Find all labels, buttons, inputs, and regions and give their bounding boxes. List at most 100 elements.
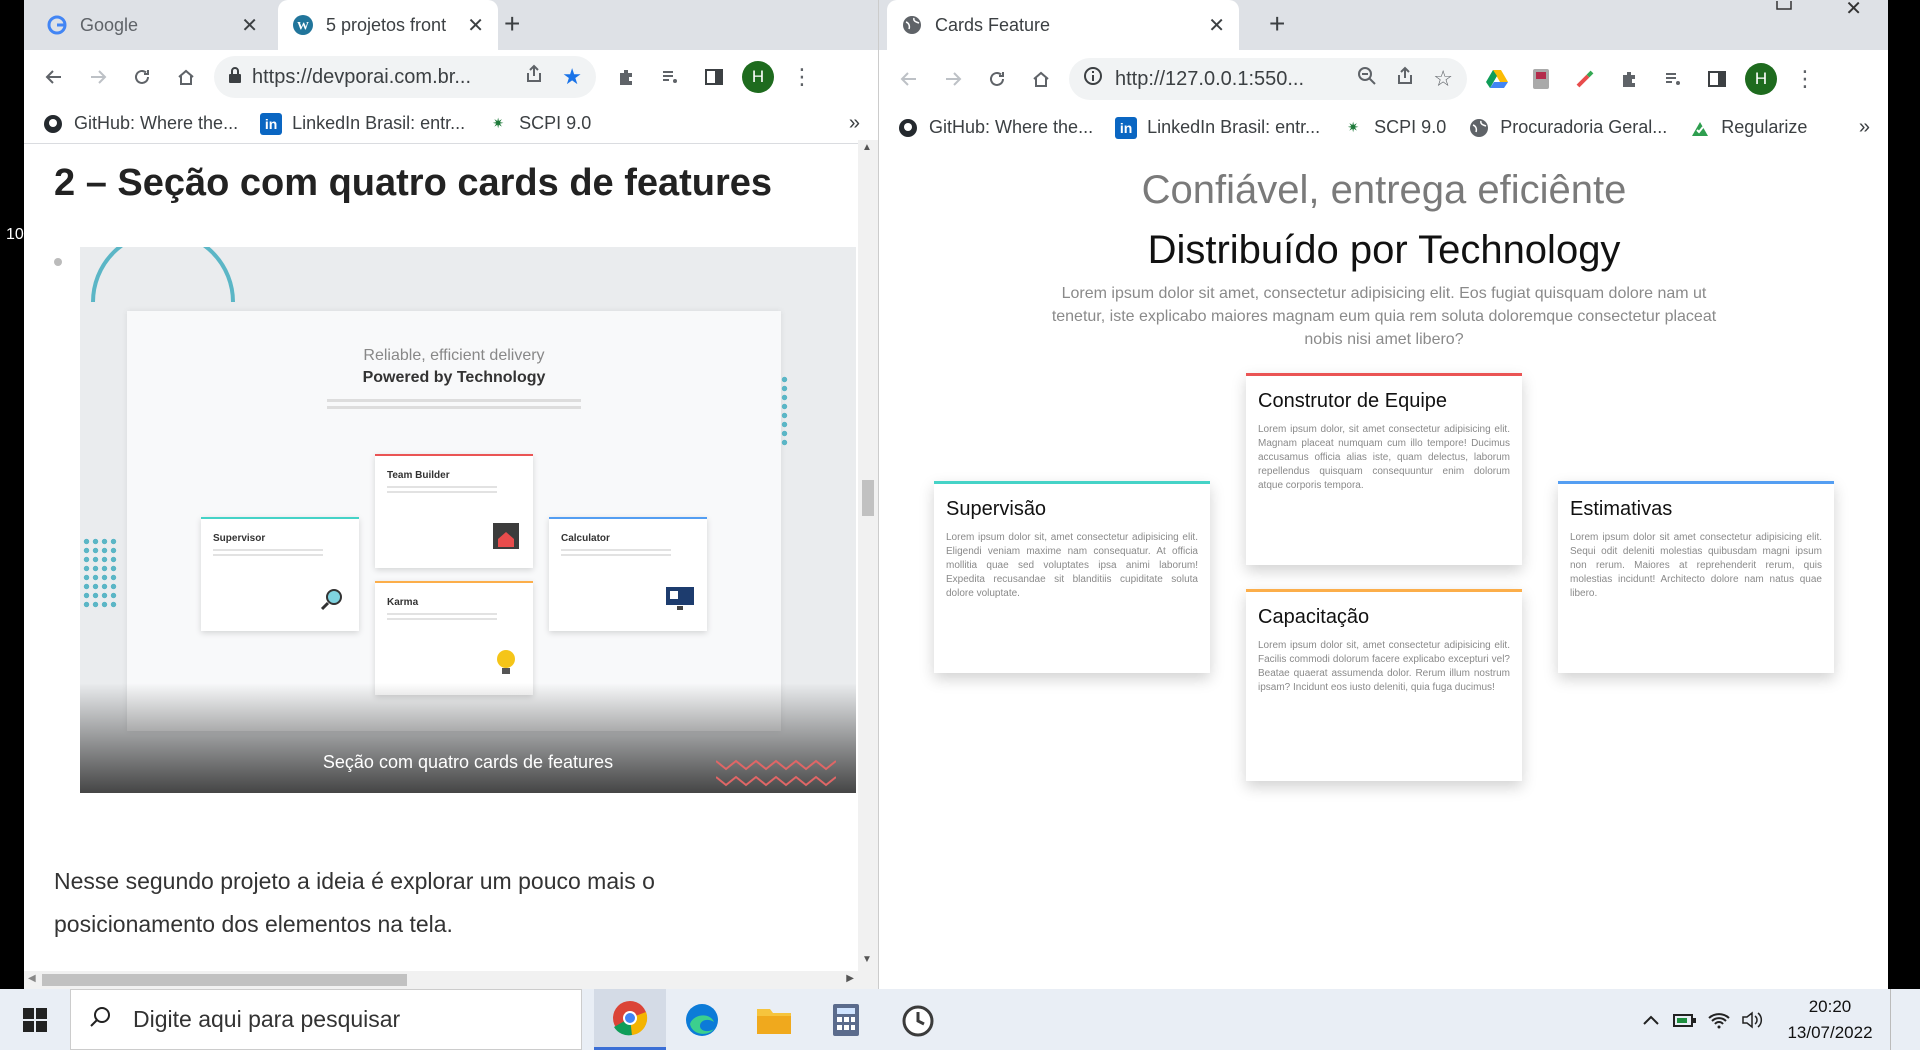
bookmark-linkedin[interactable]: in LinkedIn Brasil: entr...	[260, 112, 465, 135]
bookmarks-overflow-button[interactable]: »	[849, 112, 860, 135]
bookmark-label: Regularize	[1721, 117, 1808, 137]
battery-icon[interactable]	[1668, 1012, 1702, 1028]
clock[interactable]: 20:20 13/07/2022	[1770, 994, 1890, 1046]
reload-icon[interactable]	[120, 55, 164, 99]
profile-avatar[interactable]: H	[736, 55, 780, 99]
edge-icon[interactable]	[666, 989, 738, 1050]
feature-card-estimativas: Estimativas Lorem ipsum dolor sit amet c…	[1558, 481, 1834, 673]
bookmarks-overflow-button[interactable]: »	[1859, 116, 1870, 139]
close-icon[interactable]: ✕	[1208, 13, 1225, 38]
avatar: H	[1745, 63, 1777, 95]
horizontal-scrollbar[interactable]: ◀ ▶	[24, 971, 858, 989]
back-arrow-icon[interactable]	[32, 55, 76, 99]
scroll-left-icon[interactable]: ◀	[28, 973, 36, 984]
address-bar[interactable]: http://127.0.0.1:550... ☆	[1069, 58, 1467, 100]
arc-decoration	[91, 247, 235, 303]
desktop-edge-text: 10	[6, 226, 24, 243]
file-explorer-icon[interactable]	[738, 989, 810, 1050]
close-window-icon[interactable]: ✕	[1845, 0, 1862, 21]
media-icon[interactable]	[1651, 57, 1695, 101]
show-desktop-button[interactable]	[1890, 989, 1920, 1050]
scroll-down-icon[interactable]: ▼	[862, 954, 872, 965]
reload-icon[interactable]	[975, 57, 1019, 101]
mini-card-calculator: Calculator	[549, 517, 707, 631]
home-icon[interactable]	[1019, 57, 1063, 101]
address-bar[interactable]: https://devporai.com.br... ★	[214, 56, 596, 98]
extensions-icon[interactable]	[604, 55, 648, 99]
scroll-right-icon[interactable]: ▶	[846, 973, 854, 984]
media-icon[interactable]	[648, 55, 692, 99]
vertical-scroll-thumb[interactable]	[862, 480, 874, 516]
feature-card-construtor: Construtor de Equipe Lorem ipsum dolor, …	[1246, 373, 1522, 565]
magnifier-icon	[319, 586, 345, 617]
google-icon	[46, 14, 68, 36]
monitor-icon	[665, 586, 695, 617]
tab-devporai[interactable]: W 5 projetos front ✕	[278, 0, 498, 50]
bookmark-github[interactable]: GitHub: Where the...	[897, 117, 1093, 139]
profile-avatar[interactable]: H	[1739, 57, 1783, 101]
clock-app-icon[interactable]	[882, 989, 954, 1050]
card-title: Estimativas	[1570, 498, 1673, 520]
calculator-icon[interactable]	[810, 989, 882, 1050]
extension-red-icon[interactable]	[1519, 57, 1563, 101]
side-panel-icon[interactable]	[692, 55, 736, 99]
taskbar: Digite aqui para pesquisar 20:20 13/07/2…	[0, 989, 1920, 1050]
mini-card-supervisor: Supervisor	[201, 517, 359, 631]
page-description: Lorem ipsum dolor sit amet, consectetur …	[1051, 285, 1717, 348]
close-icon[interactable]: ✕	[241, 13, 258, 38]
volume-icon[interactable]	[1736, 1010, 1770, 1029]
color-picker-icon[interactable]	[1563, 57, 1607, 101]
windows-start-icon[interactable]	[0, 989, 70, 1050]
forward-arrow-icon[interactable]	[76, 55, 120, 99]
bookmark-scpi[interactable]: ✷ SCPI 9.0	[487, 113, 591, 135]
bookmark-linkedin[interactable]: in LinkedIn Brasil: entr...	[1115, 116, 1320, 139]
share-icon[interactable]	[1395, 66, 1415, 92]
scroll-up-icon[interactable]: ▲	[862, 142, 872, 153]
bookmark-procuradoria[interactable]: Procuradoria Geral...	[1468, 117, 1667, 139]
vertical-scrollbar[interactable]: ▲ ▼	[858, 140, 878, 989]
new-tab-button[interactable]: +	[1269, 8, 1285, 40]
svg-text:W: W	[297, 19, 309, 33]
menu-dots-icon[interactable]: ⋮	[780, 55, 824, 99]
mini-card-karma: Karma	[375, 581, 533, 695]
globe-icon	[1468, 117, 1490, 139]
mini-card-lines	[561, 549, 671, 559]
card-text: Lorem ipsum dolor sit, amet consectetur …	[1258, 640, 1510, 693]
forward-arrow-icon[interactable]	[931, 57, 975, 101]
back-arrow-icon[interactable]	[887, 57, 931, 101]
star-icon[interactable]: ★	[562, 64, 582, 90]
bookmark-github[interactable]: GitHub: Where the...	[42, 113, 238, 135]
menu-dots-icon[interactable]: ⋮	[1783, 57, 1827, 101]
chevron-up-icon[interactable]	[1634, 1015, 1668, 1025]
right-browser-window: Cards Feature ✕ + ✕ http://127.0.0.1:550…	[878, 0, 1888, 989]
clock-date: 13/07/2022	[1787, 1022, 1873, 1042]
zoom-icon[interactable]	[1357, 66, 1377, 92]
mini-title: Powered by Technology	[362, 369, 546, 386]
bookmark-label: Procuradoria Geral...	[1500, 117, 1668, 137]
share-icon[interactable]	[524, 64, 544, 90]
horizontal-scroll-thumb[interactable]	[42, 974, 407, 986]
tab-cards-feature[interactable]: Cards Feature ✕	[887, 0, 1239, 50]
article-title: 2 – Seção com quatro cards de features	[54, 162, 773, 204]
house-icon	[491, 521, 521, 556]
wifi-icon[interactable]	[1702, 1011, 1736, 1029]
new-tab-button[interactable]: +	[504, 8, 520, 40]
maximize-icon[interactable]	[1776, 0, 1792, 18]
clock-time: 20:20	[1808, 996, 1852, 1016]
star-icon[interactable]: ☆	[1433, 66, 1453, 92]
drive-icon[interactable]	[1475, 57, 1519, 101]
close-icon[interactable]: ✕	[467, 13, 484, 38]
home-icon[interactable]	[164, 55, 208, 99]
avatar: H	[742, 61, 774, 93]
tab-google[interactable]: Google ✕	[32, 0, 272, 50]
bookmark-regularize[interactable]: Regularize	[1689, 117, 1807, 139]
side-panel-icon[interactable]	[1695, 57, 1739, 101]
extensions-icon[interactable]	[1607, 57, 1651, 101]
image-caption: Seção com quatro cards de features	[322, 752, 614, 772]
chrome-icon[interactable]	[594, 989, 666, 1050]
bookmark-scpi[interactable]: ✷ SCPI 9.0	[1342, 117, 1446, 139]
mini-card-title: Calculator	[561, 533, 610, 544]
github-icon	[897, 117, 919, 139]
taskbar-search[interactable]: Digite aqui para pesquisar	[70, 989, 582, 1050]
right-toolbar: http://127.0.0.1:550... ☆ H ⋮	[879, 50, 1888, 108]
